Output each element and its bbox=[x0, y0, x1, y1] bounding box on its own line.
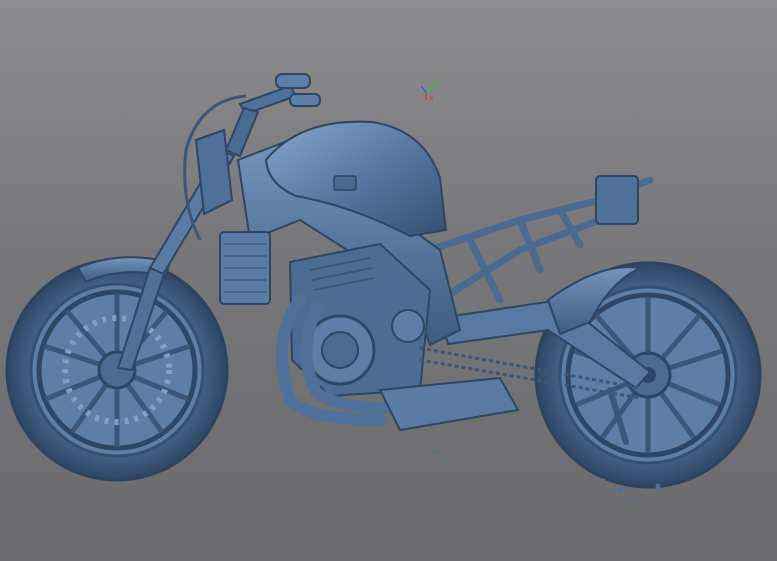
axis-z-line bbox=[420, 85, 427, 93]
axis-x-label: X bbox=[429, 95, 434, 102]
tank-emblem bbox=[333, 175, 357, 191]
3d-viewport[interactable]: Y X bbox=[0, 0, 777, 561]
axis-y-label: Y bbox=[436, 77, 442, 85]
front-wheel bbox=[5, 258, 229, 482]
tail-bracket bbox=[595, 175, 639, 225]
motorcycle-scan-model bbox=[5, 73, 762, 502]
axis-y-line bbox=[425, 83, 437, 93]
axis-triad-icon: Y X bbox=[420, 77, 442, 102]
